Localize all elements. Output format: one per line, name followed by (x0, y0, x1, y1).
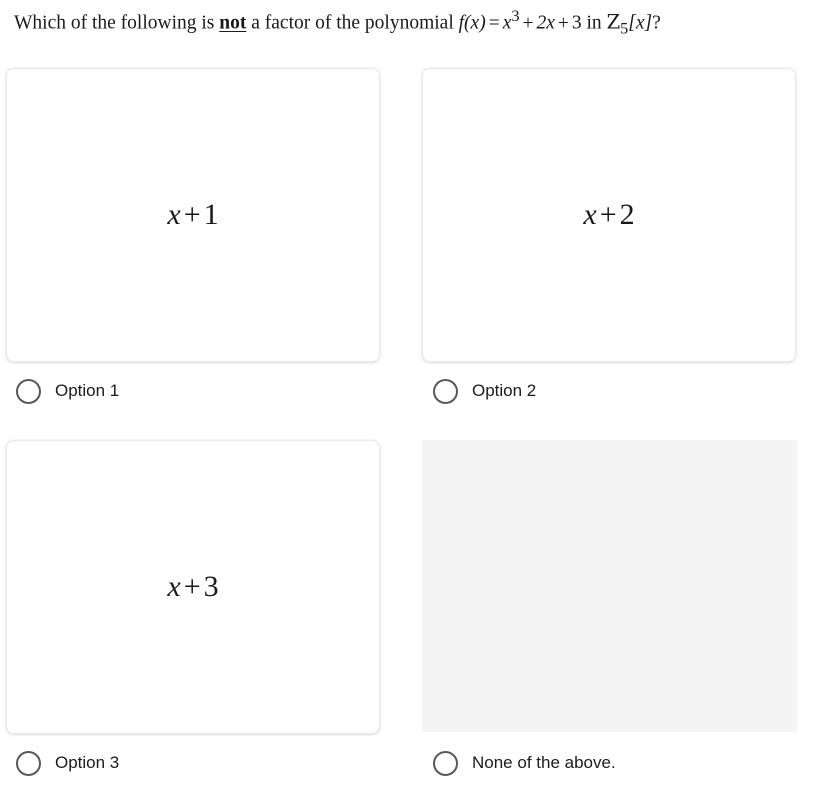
option-expression-2: x +2 (583, 198, 634, 232)
expression-operator: + (599, 198, 617, 231)
question-prefix: Which of the following is (14, 12, 220, 34)
option-cell-3: x +3 Option 3 (6, 440, 382, 776)
option-expression-3: x +3 (167, 570, 218, 604)
equals-sign: = (488, 12, 500, 34)
expression-variable: x (167, 198, 181, 231)
radio-button-option-1[interactable] (16, 378, 41, 404)
option-expression-1: x +1 (167, 198, 218, 232)
option-card-4-placeholder[interactable] (422, 440, 797, 732)
connector-word: in (586, 12, 602, 34)
expression-operator: + (183, 198, 201, 231)
question-emphasis-not: not (219, 12, 247, 34)
radio-button-option-2[interactable] (433, 378, 458, 404)
ring-symbol: Z (606, 10, 621, 34)
option-cell-2: x +2 Option 2 (422, 68, 798, 404)
plus-sign-1: + (522, 12, 534, 34)
radio-button-option-3[interactable] (16, 750, 41, 776)
option-choice-3[interactable]: Option 3 (16, 748, 119, 778)
expression-constant: 3 (203, 570, 219, 603)
option-row: x +1 Option 1 x +2 Option 2 (0, 68, 819, 440)
option-card-2[interactable]: x +2 (422, 68, 796, 362)
term-2: 2x (536, 12, 555, 34)
option-row: x +3 Option 3 None of the above. (0, 440, 819, 812)
question-stem: Which of the following is not a factor o… (14, 2, 814, 42)
question-terminator: ? (652, 12, 661, 34)
option-cell-1: x +1 Option 1 (6, 68, 382, 404)
option-choice-4[interactable]: None of the above. (433, 748, 616, 778)
option-card-3[interactable]: x +3 (6, 440, 380, 734)
expression-constant: 2 (619, 198, 635, 231)
radio-button-option-4[interactable] (433, 750, 458, 776)
expression-constant: 1 (203, 198, 219, 231)
expression-operator: + (183, 570, 201, 603)
option-choice-1[interactable]: Option 1 (16, 376, 119, 406)
plus-sign-2: + (557, 12, 569, 34)
ring-bracket: [x] (628, 12, 653, 34)
question-middle: a factor of the polynomial (246, 12, 459, 34)
function-argument: (x) (464, 12, 486, 34)
option-card-1[interactable]: x +1 (6, 68, 380, 362)
expression-variable: x (583, 198, 597, 231)
option-label-2: Option 2 (472, 381, 537, 400)
term-3: 3 (571, 12, 582, 34)
option-cell-4: None of the above. (422, 440, 798, 776)
option-label-1: Option 1 (55, 381, 120, 400)
expression-variable: x (167, 570, 181, 603)
option-label-3: Option 3 (55, 753, 120, 772)
option-choice-2[interactable]: Option 2 (433, 376, 536, 406)
options-grid: x +1 Option 1 x +2 Option 2 x +3 Option … (0, 68, 819, 812)
option-label-4: None of the above. (472, 753, 616, 772)
